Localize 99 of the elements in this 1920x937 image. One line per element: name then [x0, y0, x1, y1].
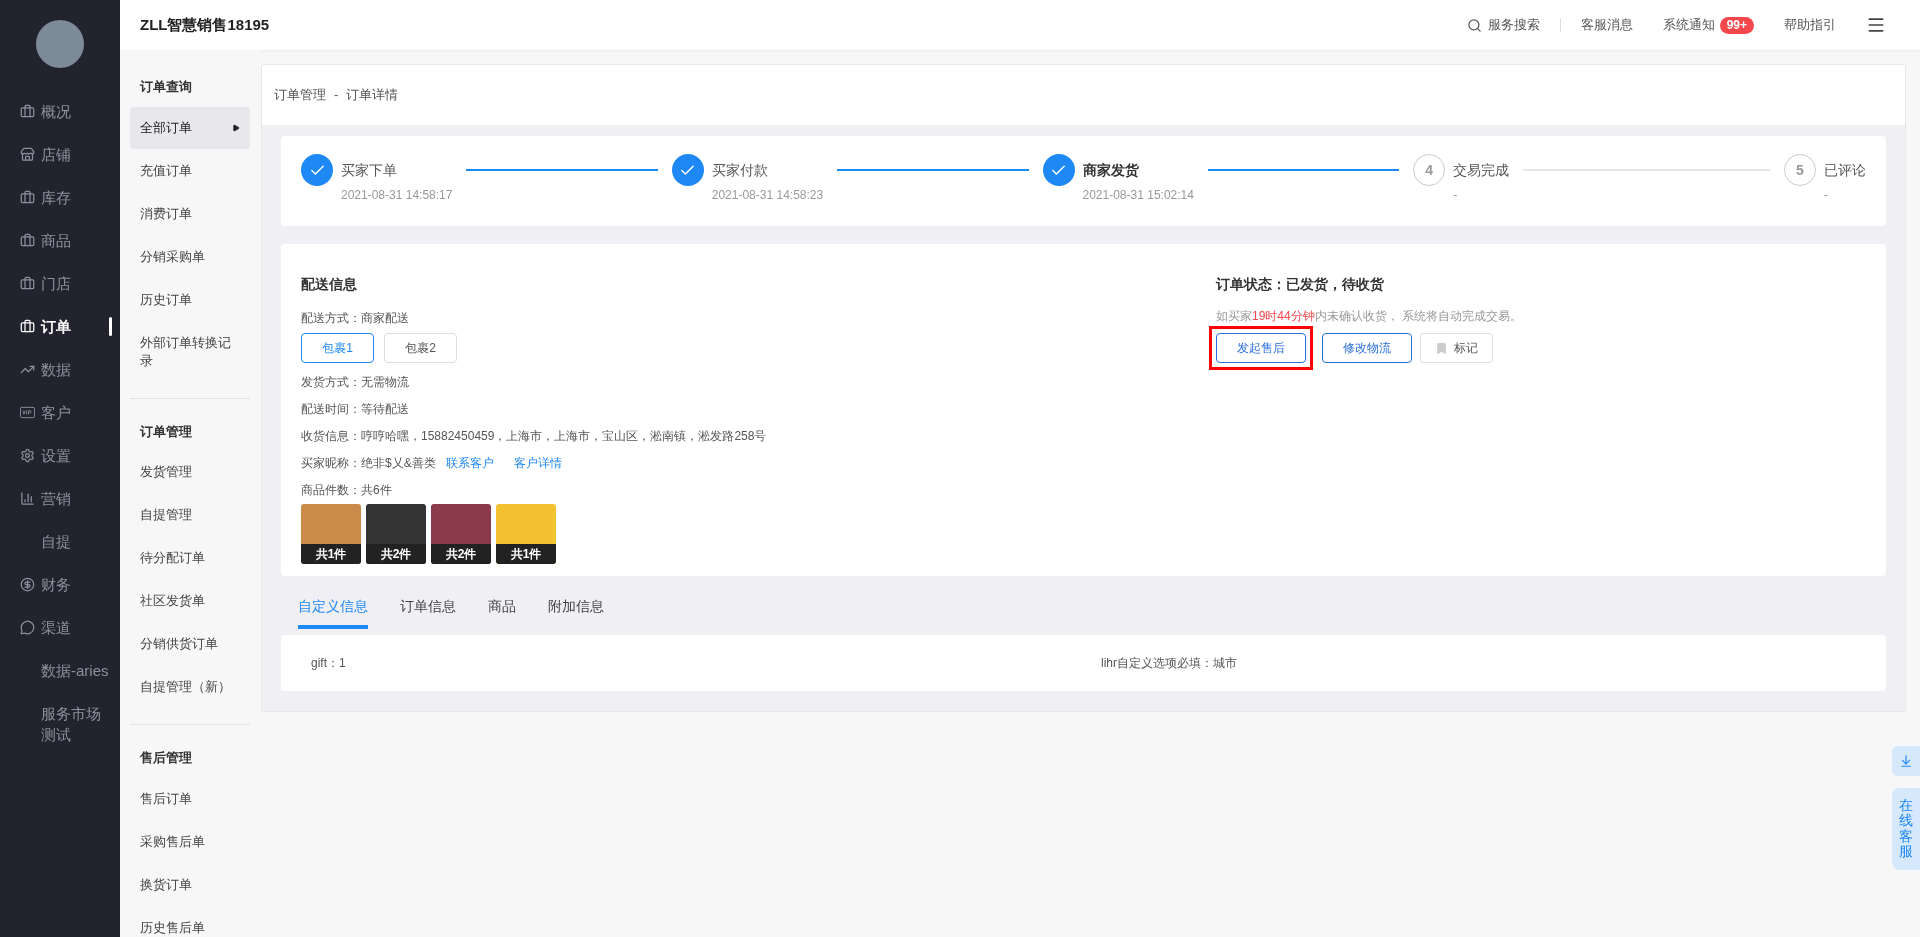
- custom-field: lihr自定义选项必填：城市: [1101, 654, 1237, 672]
- tab[interactable]: 附加信息: [548, 596, 604, 629]
- nav-item[interactable]: 客户: [0, 391, 120, 434]
- section-title: 配送信息: [301, 275, 358, 294]
- nav-item[interactable]: 概况: [0, 90, 120, 133]
- app-title: ZLL智慧销售18195: [140, 14, 270, 35]
- mark-button[interactable]: 标记: [1420, 333, 1493, 363]
- submenu-item[interactable]: 分销供货订单: [130, 623, 250, 665]
- product-thumbnail[interactable]: 共2件: [431, 504, 491, 564]
- breadcrumb-item[interactable]: 订单管理: [274, 85, 326, 105]
- product-thumbnail[interactable]: 共1件: [496, 504, 556, 564]
- submenu-item[interactable]: 自提管理: [130, 494, 250, 536]
- info-text: 收货信息：哼哼哈嘿，15882450459，上海市，上海市，宝山区，淞南镇，淞发路258号: [301, 428, 768, 445]
- step-label: 买家付款: [711, 161, 769, 180]
- search-button[interactable]: 服务搜索: [1466, 15, 1540, 35]
- info-text: 配送时间：等待配送: [301, 401, 410, 418]
- download-icon: [1899, 754, 1913, 768]
- action-button[interactable]: 修改物流: [1322, 333, 1412, 363]
- nav-item[interactable]: 门店: [0, 262, 120, 305]
- step-label: 买家下单: [341, 161, 398, 180]
- step-time: 2021-08-31 15:02:14: [1082, 187, 1194, 204]
- submenu-item[interactable]: 售后订单: [130, 777, 250, 820]
- submenu-item[interactable]: 社区发货单: [130, 580, 250, 622]
- notifications-link[interactable]: 系统通知: [1662, 15, 1715, 35]
- step-time: 2021-08-31 14:58:17: [341, 187, 453, 204]
- menu-icon[interactable]: [1866, 15, 1886, 35]
- customer-link[interactable]: 客户详情: [513, 450, 562, 477]
- nav-item[interactable]: 库存: [0, 176, 120, 219]
- status-note: 如买家19时44分钟内未确认收货， 系统将自动完成交易。: [1216, 308, 1523, 325]
- step-time: 2021-08-31 14:58:23: [711, 187, 824, 204]
- info-text: 买家昵称：绝非$乂&善类: [301, 455, 436, 472]
- package-tab[interactable]: 包裹2: [384, 333, 457, 363]
- submenu-item[interactable]: 分销采购单: [130, 235, 250, 278]
- action-button[interactable]: 发起售后: [1216, 333, 1306, 363]
- briefcase-icon: [20, 190, 35, 205]
- package-tab[interactable]: 包裹1: [301, 333, 374, 363]
- help-link[interactable]: 帮助指引: [1784, 15, 1836, 35]
- chat-icon: [20, 620, 35, 635]
- submenu-item[interactable]: 充值订单: [130, 149, 250, 192]
- submenu-item[interactable]: 外部订单转换记录: [130, 321, 250, 382]
- briefcase-icon: [20, 276, 35, 291]
- step-label: 已评论: [1824, 161, 1866, 180]
- submenu-item[interactable]: 消费订单: [130, 192, 250, 235]
- step-time: -: [1824, 187, 1829, 204]
- submenu-item[interactable]: 换货订单: [130, 863, 250, 906]
- messages-link[interactable]: 客服消息: [1580, 15, 1633, 35]
- briefcase-icon: [20, 233, 35, 248]
- custom-field: gift：1: [311, 654, 1101, 672]
- nav-item[interactable]: 数据: [0, 348, 120, 391]
- nav-item[interactable]: 订单: [0, 305, 120, 348]
- submenu-item[interactable]: 发货管理: [130, 451, 250, 493]
- quantity-label: 共2件: [366, 544, 426, 564]
- tab[interactable]: 订单信息: [400, 596, 456, 629]
- submenu-item[interactable]: 历史售后单: [130, 906, 250, 937]
- nav-item[interactable]: 渠道: [0, 606, 120, 649]
- avatar[interactable]: [36, 20, 84, 68]
- nav-item[interactable]: 自提: [0, 520, 120, 563]
- search-icon: [1466, 17, 1482, 33]
- nav-item[interactable]: 商品: [0, 219, 120, 262]
- nav-item[interactable]: 营销: [0, 477, 120, 520]
- product-thumbnail[interactable]: 共1件: [301, 504, 361, 564]
- quantity-label: 共1件: [496, 544, 556, 564]
- settings-icon: [20, 448, 35, 463]
- submenu-heading: 订单查询: [139, 78, 193, 96]
- bookmark-icon: [1435, 341, 1448, 355]
- briefcase-icon: [20, 104, 35, 119]
- quantity-label: 共2件: [431, 544, 491, 564]
- submenu-item[interactable]: 全部订单: [130, 106, 250, 149]
- submenu-heading: 售后管理: [139, 749, 193, 767]
- nav-item[interactable]: 服务市场测试: [0, 692, 120, 756]
- quantity-label: 共1件: [301, 544, 361, 564]
- nav-item[interactable]: 财务: [0, 563, 120, 606]
- info-text: 商品件数：共6件: [301, 482, 393, 499]
- step-label: 商家发货: [1082, 161, 1140, 180]
- status-title: 订单状态：已发货，待收货: [1216, 275, 1385, 294]
- info-text: 发货方式：无需物流: [301, 374, 410, 391]
- breadcrumb-item: -: [334, 86, 339, 105]
- step-time: -: [1453, 187, 1459, 204]
- submenu-item[interactable]: 历史订单: [130, 278, 250, 321]
- coin-icon: [20, 577, 35, 592]
- briefcase-icon: [20, 319, 35, 334]
- submenu-item[interactable]: 待分配订单: [130, 537, 250, 579]
- nav-item[interactable]: 数据-aries: [0, 649, 120, 692]
- vip-icon: [20, 405, 35, 420]
- caret-icon: [232, 123, 240, 132]
- submenu-heading: 订单管理: [139, 422, 193, 441]
- submenu-item[interactable]: 采购售后单: [130, 820, 250, 863]
- product-thumbnail[interactable]: 共2件: [366, 504, 426, 564]
- breadcrumb-item: 订单详情: [346, 86, 399, 105]
- info-text: 配送方式：商家配送: [301, 310, 410, 327]
- nav-item[interactable]: 店铺: [0, 133, 120, 176]
- store-icon: [20, 147, 35, 162]
- notification-badge: 99+: [1719, 16, 1754, 34]
- step-label: 交易完成: [1453, 161, 1510, 180]
- submenu-item[interactable]: 自提管理（新）: [130, 666, 250, 708]
- customer-link[interactable]: 联系客户: [445, 450, 494, 477]
- nav-item[interactable]: 设置: [0, 434, 120, 477]
- bar-chart-icon: [20, 491, 35, 506]
- tab[interactable]: 商品: [488, 596, 516, 629]
